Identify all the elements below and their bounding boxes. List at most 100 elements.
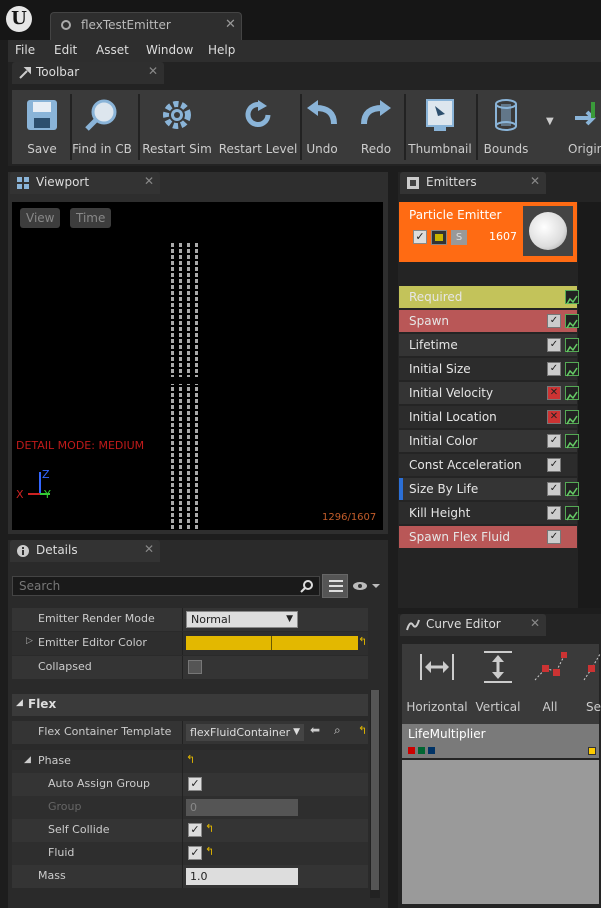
- module-spawn[interactable]: Spawn ✓: [399, 310, 579, 332]
- menu-help[interactable]: Help: [208, 43, 235, 57]
- module-enable-checkbox[interactable]: ✕: [547, 386, 561, 400]
- module-enable-checkbox[interactable]: ✓: [547, 530, 561, 544]
- curve-channel-blue-toggle[interactable]: [428, 747, 435, 754]
- thumbnail-button[interactable]: Thumbnail: [408, 90, 472, 164]
- solo-button[interactable]: S: [451, 230, 467, 245]
- module-lifetime[interactable]: Lifetime ✓: [399, 334, 579, 356]
- viewport-tab[interactable]: Viewport ✕: [10, 172, 160, 194]
- reset-to-default-icon[interactable]: ↰: [205, 845, 214, 858]
- time-button[interactable]: Time: [70, 208, 112, 228]
- viewport-canvas[interactable]: View Time DETAIL MODE: MEDIUM Z X Y 1296…: [12, 202, 383, 530]
- close-emitters-icon[interactable]: ✕: [530, 174, 540, 188]
- module-initial-location[interactable]: Initial Location ✕: [399, 406, 579, 428]
- close-tab-icon[interactable]: ✕: [225, 17, 236, 32]
- restart-level-button[interactable]: Restart Level: [216, 90, 300, 164]
- menu-asset[interactable]: Asset: [96, 43, 129, 57]
- restart-sim-button[interactable]: Restart Sim: [140, 90, 214, 164]
- reset-to-default-icon[interactable]: ↰: [358, 635, 367, 648]
- module-curve-toggle-icon[interactable]: [565, 410, 579, 425]
- expand-arrow-icon[interactable]: ▷: [26, 636, 33, 646]
- module-enable-checkbox[interactable]: ✓: [547, 434, 561, 448]
- fluid-checkbox[interactable]: ✓: [188, 846, 202, 860]
- bounds-dropdown-icon[interactable]: ▼: [546, 116, 554, 127]
- details-tab[interactable]: Details ✕: [10, 540, 160, 562]
- module-initial-color[interactable]: Initial Color ✓: [399, 430, 579, 452]
- module-initial-velocity[interactable]: Initial Velocity ✕: [399, 382, 579, 404]
- module-required[interactable]: Required: [399, 286, 579, 308]
- render-mode-dropdown[interactable]: Normal ▼: [186, 611, 298, 628]
- curve-graph-area[interactable]: [402, 760, 599, 904]
- module-spawn-flex-fluid[interactable]: Spawn Flex Fluid ✓: [399, 526, 577, 548]
- emitter-enable-checkbox[interactable]: ✓: [413, 230, 427, 244]
- use-selected-arrow-icon[interactable]: ⬅: [310, 723, 320, 737]
- flex-container-dropdown[interactable]: flexFluidContainer ▼: [186, 724, 304, 741]
- title-bar: U flexTestEmitter ✕: [0, 0, 601, 40]
- fit-all-button[interactable]: All: [530, 644, 570, 724]
- fit-selected-button[interactable]: Sel: [582, 644, 601, 724]
- reset-to-default-icon[interactable]: ↰: [205, 822, 214, 835]
- toolbar-tab[interactable]: Toolbar ✕: [12, 62, 164, 84]
- origin-button[interactable]: Origin: [568, 90, 601, 164]
- module-enable-checkbox[interactable]: ✓: [547, 458, 561, 472]
- flex-section-header[interactable]: ◢ Flex: [12, 694, 368, 716]
- curve-editor-tab[interactable]: Curve Editor ✕: [400, 614, 546, 636]
- module-curve-toggle-icon[interactable]: [565, 290, 579, 305]
- module-size-by-life[interactable]: Size By Life ✓: [399, 478, 579, 500]
- module-enable-checkbox[interactable]: ✓: [547, 506, 561, 520]
- editor-color-swatch[interactable]: [186, 636, 358, 650]
- view-button[interactable]: View: [20, 208, 61, 228]
- curve-color-swatch[interactable]: [588, 747, 596, 755]
- module-curve-toggle-icon[interactable]: [565, 362, 579, 377]
- module-kill-height[interactable]: Kill Height ✓: [399, 502, 579, 524]
- menu-file[interactable]: File: [15, 43, 35, 57]
- menu-window[interactable]: Window: [146, 43, 193, 57]
- close-viewport-icon[interactable]: ✕: [144, 174, 154, 188]
- document-tab[interactable]: flexTestEmitter ✕: [50, 12, 242, 40]
- redo-button[interactable]: Redo: [356, 90, 396, 164]
- module-curve-toggle-icon[interactable]: [565, 314, 579, 329]
- close-curve-editor-icon[interactable]: ✕: [530, 616, 540, 630]
- reset-to-default-icon[interactable]: ↰: [186, 753, 195, 766]
- module-enable-checkbox[interactable]: ✓: [547, 338, 561, 352]
- module-curve-toggle-icon[interactable]: [565, 506, 579, 521]
- module-enable-checkbox[interactable]: ✕: [547, 410, 561, 424]
- eye-visibility-icon[interactable]: [352, 580, 380, 592]
- group-input[interactable]: 0: [186, 799, 298, 816]
- particle-emitter-header[interactable]: Particle Emitter ✓ S 1607: [399, 202, 577, 262]
- details-search-input[interactable]: Search: [12, 576, 320, 596]
- close-toolbar-icon[interactable]: ✕: [148, 64, 158, 78]
- menu-edit[interactable]: Edit: [54, 43, 77, 57]
- reset-to-default-icon[interactable]: ↰: [358, 724, 367, 737]
- curve-channel-red-toggle[interactable]: [408, 747, 415, 754]
- module-enable-checkbox[interactable]: ✓: [547, 362, 561, 376]
- module-curve-toggle-icon[interactable]: [565, 482, 579, 497]
- fit-horizontal-button[interactable]: Horizontal: [406, 644, 468, 724]
- collapsed-checkbox[interactable]: [188, 660, 202, 674]
- collapse-arrow-icon[interactable]: ◢: [24, 755, 31, 765]
- close-details-icon[interactable]: ✕: [144, 542, 154, 556]
- module-initial-size[interactable]: Initial Size ✓: [399, 358, 579, 380]
- find-in-cb-button[interactable]: Find in CB: [70, 90, 134, 164]
- curve-channel-green-toggle[interactable]: [418, 747, 425, 754]
- self-collide-checkbox[interactable]: ✓: [188, 823, 202, 837]
- details-scrollbar[interactable]: [370, 690, 380, 898]
- emitter-render-mode-row: Emitter Render Mode Normal ▼: [12, 608, 368, 631]
- module-const-acceleration[interactable]: Const Acceleration ✓: [399, 454, 577, 476]
- module-curve-toggle-icon[interactable]: [565, 338, 579, 353]
- module-enable-checkbox[interactable]: ✓: [547, 314, 561, 328]
- module-curve-toggle-icon[interactable]: [565, 434, 579, 449]
- module-curve-toggle-icon[interactable]: [565, 386, 579, 401]
- auto-assign-group-checkbox[interactable]: ✓: [188, 777, 202, 791]
- emitters-tab[interactable]: Emitters ✕: [400, 172, 546, 194]
- bounds-button[interactable]: Bounds: [480, 90, 532, 164]
- unreal-logo-icon[interactable]: U: [6, 6, 32, 32]
- module-enable-checkbox[interactable]: ✓: [547, 482, 561, 496]
- mass-input[interactable]: 1.0: [186, 868, 298, 885]
- fit-vertical-button[interactable]: Vertical: [472, 644, 524, 724]
- browse-magnifier-icon[interactable]: ⌕: [334, 723, 341, 738]
- save-button[interactable]: Save: [16, 90, 68, 164]
- undo-button[interactable]: Undo: [302, 90, 342, 164]
- emitter-display-mode-icon[interactable]: [431, 230, 447, 245]
- property-matrix-button[interactable]: [322, 574, 348, 598]
- curve-entry-lifemultiplier[interactable]: LifeMultiplier: [402, 724, 599, 758]
